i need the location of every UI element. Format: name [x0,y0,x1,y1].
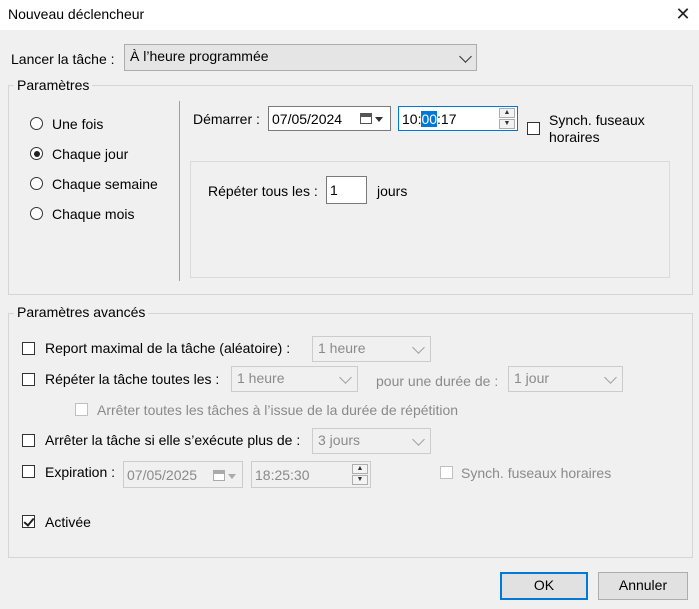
calendar-icon[interactable] [213,470,225,481]
enabled-checkbox[interactable] [22,515,35,528]
time-minutes-selected: 00 [421,111,438,127]
divider [179,101,180,281]
window-title: Nouveau déclencheur [8,6,145,22]
stop-if-longer-select[interactable]: 3 jours [312,428,431,454]
repeat-duration-label: pour une durée de : [376,373,499,389]
checkmark-icon [23,515,35,527]
max-delay-value: 1 heure [318,340,366,356]
expiration-time-value: 18:25:30 [255,467,310,483]
chevron-down-icon [339,371,352,384]
max-delay-label: Report maximal de la tâche (aléatoire) : [45,340,291,356]
radio-chaque-mois[interactable] [30,207,43,220]
launch-label: Lancer la tâche : [11,51,115,67]
expiration-date-picker[interactable]: 07/05/2025 [123,461,243,488]
max-delay-checkbox[interactable] [22,342,35,355]
stop-if-longer-checkbox[interactable] [22,434,35,447]
expiration-sync-label: Synch. fuseaux horaires [461,465,612,481]
start-date-picker[interactable]: 07/05/2024 [268,106,391,131]
chevron-down-icon [459,50,472,63]
chevron-down-icon [412,341,425,354]
ok-button[interactable]: OK [500,572,588,600]
radio-chaque-jour[interactable] [30,147,43,160]
max-delay-select[interactable]: 1 heure [312,336,431,362]
repeat-task-select[interactable]: 1 heure [231,366,358,392]
repeat-every-label: Répéter tous les : [208,183,318,199]
expiration-sync-checkbox[interactable] [440,466,453,479]
expiration-date-value: 07/05/2025 [127,467,198,483]
expiration-checkbox[interactable] [22,465,35,478]
radio-chaque-semaine[interactable] [30,177,43,190]
settings-legend: Paramètres [14,77,93,93]
expiration-time-spinner[interactable]: 18:25:30 ▲ ▼ [251,461,371,488]
calendar-icon[interactable] [360,113,372,124]
start-label: Démarrer : [193,111,260,127]
spin-up-icon[interactable]: ▲ [499,108,515,118]
spin-up-icon[interactable]: ▲ [352,464,368,474]
launch-select[interactable]: À l’heure programmée [124,44,477,71]
stop-all-checkbox[interactable] [75,403,88,416]
repeat-duration-value: 1 jour [514,370,550,386]
spin-down-icon[interactable]: ▼ [499,119,515,129]
sync-timezones-checkbox[interactable] [527,122,540,135]
chevron-down-icon [412,433,425,446]
enabled-label: Activée [45,514,91,530]
spin-down-icon[interactable]: ▼ [352,475,368,485]
cancel-button[interactable]: Annuler [598,572,688,600]
launch-select-value: À l’heure programmée [130,48,269,64]
stop-all-label: Arrêter toutes les tâches à l’issue de l… [97,402,459,418]
radio-label-chaque-mois: Chaque mois [52,206,135,222]
repeat-task-value: 1 heure [237,370,285,386]
repeat-unit-label: jours [377,183,408,199]
repeat-group [190,161,670,278]
advanced-legend: Paramètres avancés [14,304,149,320]
expiration-label: Expiration : [45,464,116,480]
dropdown-arrow-icon[interactable] [228,474,236,479]
radio-une-fois[interactable] [30,117,43,130]
time-seconds: :17 [437,111,457,127]
repeat-duration-select[interactable]: 1 jour [508,366,623,392]
repeat-task-checkbox[interactable] [22,373,35,386]
radio-label-une-fois: Une fois [52,116,104,132]
stop-if-longer-value: 3 jours [318,432,361,448]
dropdown-arrow-icon[interactable] [375,117,383,122]
chevron-down-icon [604,371,617,384]
repeat-task-label: Répéter la tâche toutes les : [45,371,220,387]
close-icon[interactable]: ✕ [672,2,694,26]
start-date-value: 07/05/2024 [272,111,343,127]
time-hours: 10: [402,111,422,127]
repeat-every-input[interactable]: 1 [326,176,367,204]
radio-label-chaque-jour: Chaque jour [52,146,129,162]
stop-if-longer-label: Arrêter la tâche si elle s’exécute plus … [45,432,301,448]
sync-timezones-label: Synch. fuseaux horaires [549,112,645,145]
radio-label-chaque-semaine: Chaque semaine [52,176,158,192]
start-time-spinner[interactable]: 10:00:17 ▲ ▼ [398,106,518,131]
repeat-every-value: 1 [330,182,338,198]
